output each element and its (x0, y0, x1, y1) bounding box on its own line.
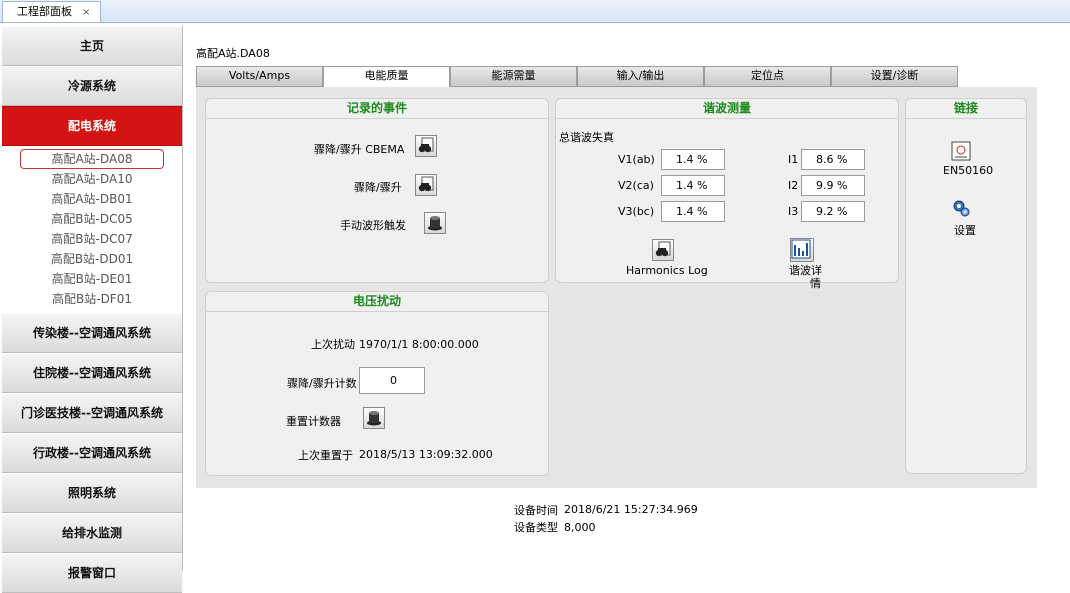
v1-label: V1(ab) (618, 153, 655, 166)
device-type-label: 设备类型 (514, 521, 558, 534)
station-item-db01[interactable]: 高配A站-DB01 (2, 189, 182, 209)
settings-link-label: 设置 (954, 224, 976, 237)
sag-swell-view-button[interactable] (415, 174, 437, 196)
harmonics-log-label: Harmonics Log (626, 264, 708, 277)
sag-swell-count-value: 0 (359, 367, 425, 394)
last-reset-label: 上次重置于 (298, 449, 353, 462)
content-area: 记录的事件 骤降/骤升 CBEMA 骤降/骤升 手动波形触发 谐波测量 总谐波失… (196, 87, 1037, 488)
harmonics-panel: 谐波测量 总谐波失真 V1(ab) 1.4 % I1 8.6 % V2(ca) … (555, 98, 899, 290)
station-item-dd01[interactable]: 高配B站-DD01 (2, 249, 182, 269)
sidebar-item-inpatient-building[interactable]: 住院楼--空调通风系统 (2, 353, 182, 393)
doc-tab-title: 工程部面板 (17, 5, 72, 18)
harmonics-detail-button[interactable] (790, 238, 814, 262)
station-item-dc07[interactable]: 高配B站-DC07 (2, 229, 182, 249)
manual-trigger-label: 手动波形触发 (340, 219, 406, 232)
sag-swell-label: 骤降/骤升 (354, 181, 402, 194)
station-item-da10[interactable]: 高配A站-DA10 (2, 169, 182, 189)
reset-counter-label: 重置计数器 (286, 415, 341, 428)
v2-thd-value: 1.4 % (661, 175, 725, 196)
device-time-label: 设备时间 (514, 504, 558, 517)
events-panel-title: 记录的事件 (206, 99, 548, 119)
v1-thd-value: 1.4 % (661, 149, 725, 170)
i1-label: I1 (788, 153, 799, 166)
links-panel-title: 链接 (906, 99, 1026, 119)
reset-counter-button[interactable] (363, 407, 385, 429)
cbema-view-button[interactable] (415, 135, 437, 157)
binoculars-icon (418, 176, 434, 192)
station-item-df01[interactable]: 高配B站-DF01 (2, 289, 182, 309)
sidebar-item-water[interactable]: 给排水监测 (2, 513, 182, 553)
v3-label: V3(bc) (618, 205, 655, 218)
thd-label: 总谐波失真 (559, 131, 614, 144)
station-item-dc05[interactable]: 高配B站-DC05 (2, 209, 182, 229)
harmonics-panel-title: 谐波测量 (556, 99, 898, 119)
last-disturb-label: 上次扰动 (311, 338, 355, 351)
sidebar-item-home[interactable]: 主页 (2, 26, 182, 66)
report-icon (951, 141, 971, 161)
last-reset-value: 2018/5/13 13:09:32.000 (359, 448, 493, 461)
v3-thd-value: 1.4 % (661, 201, 725, 222)
sidebar: 主页 冷源系统 配电系统 高配A站-DA08 高配A站-DA10 高配A站-DB… (2, 26, 183, 593)
sidebar-item-infectious-building[interactable]: 传染楼--空调通风系统 (2, 313, 182, 353)
sidebar-item-admin-building[interactable]: 行政楼--空调通风系统 (2, 433, 182, 473)
harmonics-detail-label-2: 情 (810, 277, 821, 290)
bar-chart-icon (791, 239, 811, 259)
links-panel: 链接 EN50160 设置 (905, 98, 1027, 474)
tab-setpoints[interactable]: 定位点 (704, 66, 831, 87)
tab-inputs-outputs[interactable]: 输入/输出 (577, 66, 704, 87)
harmonics-log-button[interactable] (652, 239, 674, 261)
sidebar-item-cooling[interactable]: 冷源系统 (2, 66, 182, 106)
doc-tab-engineering-panel[interactable]: 工程部面板 × (2, 1, 102, 22)
station-title: 高配A站.DA08 (196, 47, 270, 60)
trigger-icon (428, 216, 442, 231)
sidebar-item-lighting[interactable]: 照明系统 (2, 473, 182, 513)
binoculars-icon (418, 137, 434, 153)
v2-label: V2(ca) (618, 179, 654, 192)
trigger-icon (367, 411, 381, 426)
tab-volts-amps[interactable]: Volts/Amps (196, 66, 323, 87)
voltage-disturbance-panel: 电压扰动 上次扰动 1970/1/1 8:00:00.000 骤降/骤升计数 0… (205, 291, 549, 476)
station-label: 高配A站-DA08 (20, 149, 164, 169)
station-item-da08[interactable]: 高配A站-DA08 (2, 149, 182, 169)
sidebar-item-alarm[interactable]: 报警窗口 (2, 553, 182, 593)
manual-trigger-button[interactable] (424, 212, 446, 234)
device-type-value: 8,000 (564, 521, 596, 534)
gear-icon (953, 200, 970, 217)
voltage-panel-title: 电压扰动 (206, 292, 548, 312)
sidebar-item-power-distribution[interactable]: 配电系统 (2, 106, 182, 146)
settings-link-button[interactable] (951, 198, 973, 220)
en50160-button[interactable] (951, 141, 973, 163)
i2-thd-value: 9.9 % (801, 175, 865, 196)
en50160-label: EN50160 (943, 164, 994, 177)
i2-label: I2 (788, 179, 799, 192)
document-tabstrip: 工程部面板 × (0, 0, 1070, 23)
binoculars-icon (655, 241, 671, 257)
i3-thd-value: 9.2 % (801, 201, 865, 222)
tab-energy-demand[interactable]: 能源需量 (450, 66, 577, 87)
last-disturb-value: 1970/1/1 8:00:00.000 (359, 338, 479, 351)
i1-thd-value: 8.6 % (801, 149, 865, 170)
events-panel: 记录的事件 骤降/骤升 CBEMA 骤降/骤升 手动波形触发 (205, 98, 549, 283)
sidebar-item-outpatient-building[interactable]: 门诊医技楼--空调通风系统 (2, 393, 182, 433)
i3-label: I3 (788, 205, 799, 218)
tab-setup-diagnostics[interactable]: 设置/诊断 (831, 66, 958, 87)
station-item-de01[interactable]: 高配B站-DE01 (2, 269, 182, 289)
sag-swell-count-label: 骤降/骤升计数 (287, 377, 357, 390)
device-time-value: 2018/6/21 15:27:34.969 (564, 503, 698, 516)
cbema-label: 骤降/骤升 CBEMA (314, 143, 405, 156)
tab-power-quality[interactable]: 电能质量 (323, 66, 450, 88)
close-icon[interactable]: × (82, 7, 90, 18)
